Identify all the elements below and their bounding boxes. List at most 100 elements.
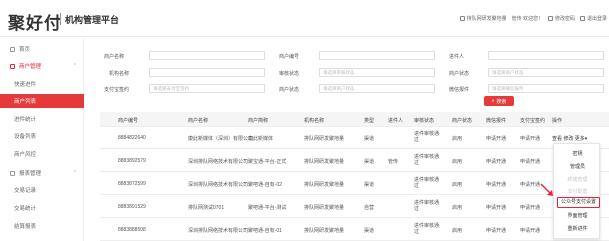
cell-alipay-sign: 申请开通 xyxy=(520,136,541,142)
cell-type: 渠道 xyxy=(364,159,375,165)
menu-item-official-account-pay[interactable]: 公众号支付设置 xyxy=(557,197,600,208)
org-switcher[interactable]: 排队网研发聚地量 xyxy=(459,15,507,22)
sidebar-item-transactions[interactable]: 交易记录 xyxy=(0,183,84,197)
audit-status-label: 审核状态 xyxy=(279,71,300,77)
cell-wechat-report: 申请开通 xyxy=(486,182,507,188)
col-wechat-report: 微信报件 xyxy=(486,118,507,124)
header-actions: 排队网研发聚地量 管传 欢迎您！ 修改密码 退出登录 xyxy=(459,15,607,22)
table-row: 8883891529 排队网测试0701 聚吧通-平台-测试 排队网研发聚地量 自营 进件… xyxy=(100,196,609,218)
cell-merchant-no: 8883892579 xyxy=(118,158,146,164)
menu-item-terminal[interactable]: 终端管理 xyxy=(554,174,601,186)
cell-short-name: 聚宝通-平台-正式 xyxy=(248,159,287,165)
menu-item-secret-key[interactable]: 密钥 xyxy=(554,148,601,160)
org-name-input[interactable] xyxy=(149,68,265,77)
chevron-up-icon: ^ xyxy=(73,170,76,176)
sidebar-item-settlement[interactable]: 结算报表 xyxy=(0,219,84,233)
cell-audit-status: 进件审核通过 xyxy=(414,223,440,235)
wechat-report-select[interactable]: 请选择微信报件 xyxy=(488,84,604,93)
logout-icon xyxy=(579,16,585,22)
change-password-link[interactable]: 修改密码 xyxy=(547,15,575,22)
merchant-status-label: 商户状态 xyxy=(449,71,470,77)
table-row: 8883888508 深圳排队网络技术有限公司 聚吧通-自有-01 排队网研发聚地量 渠… xyxy=(100,219,609,241)
menu-item-ui-mgmt[interactable]: 界面管理 xyxy=(554,210,601,222)
cell-alipay-sign: 申请开通 xyxy=(520,205,541,211)
merchant-name-input[interactable] xyxy=(149,51,265,60)
logout-link[interactable]: 退出登录 xyxy=(579,15,607,22)
sidebar-item-tx-stats[interactable]: 交易统计 xyxy=(0,201,84,215)
cell-merchant-name: 排队网测试0701 xyxy=(188,205,225,211)
cell-org-name: 排队网研发聚地量 xyxy=(304,159,345,165)
cell-merchant-status: 启用 xyxy=(452,228,463,234)
sidebar-item-home[interactable]: 首页 xyxy=(0,42,84,56)
cell-audit-status: 进件审核通过 xyxy=(414,131,440,143)
table-row: 8883872599 深圳排队网络技术有限公司 聚吧通-自有-02 排队网研发聚地量 渠… xyxy=(100,173,609,195)
row-actions[interactable]: 查看 修改 更多▾ xyxy=(552,135,587,142)
wechat-report-label: 微信报件 xyxy=(449,87,470,93)
cell-merchant-name: 深圳排队网络技术有限公司 xyxy=(188,159,249,165)
chevron-up-icon: ^ xyxy=(73,63,76,69)
cell-alipay-sign: 申请开通 xyxy=(520,228,541,234)
cell-merchant-status: 启用 xyxy=(452,182,463,188)
merchant-icon xyxy=(10,63,15,69)
cell-merchant-status: 启用 xyxy=(452,205,463,211)
sidebar-item-quick-onboard[interactable]: 快速进件 xyxy=(0,77,84,91)
annotation-arrow-icon xyxy=(540,183,553,196)
cell-audit-status: 进件审核通过 xyxy=(414,154,440,166)
cell-merchant-status: 启用 xyxy=(452,159,463,165)
sidebar-item-onboard-stats[interactable]: 进件统计 xyxy=(0,112,84,126)
merchant-status2-select[interactable]: 请选择商户状态 xyxy=(319,84,435,93)
merchant-no-input[interactable] xyxy=(319,51,435,60)
col-actions: 操作 xyxy=(552,118,563,124)
cell-org-name: 排队网研发聚地量 xyxy=(304,205,345,211)
col-alipay-sign: 支付宝签约 xyxy=(520,118,546,124)
table-row: 8883892579 深圳排队网络技术有限公司 聚宝通-平台-正式 排队网研发聚地量 渠… xyxy=(100,150,609,172)
merchant-status2-label: 商户状态 xyxy=(279,87,300,93)
col-merchant-status: 商户状态 xyxy=(452,118,473,124)
cell-short-name: 聚吧通-自有-01 xyxy=(248,228,282,234)
merchant-status-select[interactable]: 请选择商户状态 xyxy=(488,68,604,77)
cell-short-name: 聚吧通-自有-02 xyxy=(248,182,282,188)
table-row: 8884822640 康此新媒体（深圳）有限公司 康此新媒体 排队网研发聚地量 渠道 进件… xyxy=(100,127,609,149)
cell-agent: 管传 xyxy=(388,159,399,165)
cell-type: 自营 xyxy=(364,205,375,211)
sidebar-item-report-mgmt[interactable]: 报表管理 ^ xyxy=(0,166,84,180)
col-merchant-no: 商户编号 xyxy=(118,118,139,124)
col-merchant-name: 商户名称 xyxy=(188,118,209,124)
sidebar: 首页 商户管理 ^ 快速进件 商户列表 进件统计 设备列表 商户风控 报表管理 ^ … xyxy=(0,38,84,241)
cell-merchant-status: 启用 xyxy=(452,136,463,142)
merchant-no-label: 商户编号 xyxy=(279,54,300,60)
col-audit-status: 审核状态 xyxy=(414,118,435,124)
bell-icon xyxy=(459,16,465,22)
menu-item-admin[interactable]: 管理员 xyxy=(554,161,601,173)
sidebar-item-device-list[interactable]: 设备列表 xyxy=(0,129,84,143)
search-button[interactable]: ⌕ 搜索 xyxy=(484,96,514,106)
cell-type: 渠道 xyxy=(364,136,375,142)
col-agent: 进件人 xyxy=(388,118,404,124)
audit-status-select[interactable]: 请选择审核状态 xyxy=(319,68,435,77)
sidebar-item-merchant-mgmt[interactable]: 商户管理 ^ xyxy=(0,59,84,73)
welcome-text: 管传 欢迎您！ xyxy=(511,16,543,22)
cell-merchant-no: 8883891529 xyxy=(118,204,146,210)
cell-merchant-no: 8884822640 xyxy=(118,135,146,141)
home-icon xyxy=(10,46,15,52)
cell-merchant-name: 深圳排队网络技术有限公司 xyxy=(188,228,249,234)
cell-audit-status: 进件审核通过 xyxy=(414,200,440,212)
cell-alipay-sign: 申请开通 xyxy=(520,159,541,165)
menu-item-reonboard[interactable]: 重新进件 xyxy=(554,223,601,235)
cell-type: 渠道 xyxy=(364,182,375,188)
merchant-name-label: 商户名称 xyxy=(104,54,125,60)
brand-logo[interactable]: 聚好付 xyxy=(8,9,62,34)
org-name-label: 机构名称 xyxy=(109,71,130,77)
sidebar-item-merchant-list[interactable]: 商户列表 xyxy=(0,94,84,108)
col-short-name: 商户简称 xyxy=(248,118,269,124)
alipay-sign-select[interactable]: 请选择支付宝签约 xyxy=(149,84,265,93)
cell-alipay-sign: 申请开通 xyxy=(520,182,541,188)
agent-input[interactable] xyxy=(488,51,604,60)
agent-label: 进件人 xyxy=(449,54,465,60)
cell-merchant-no: 8883872599 xyxy=(118,181,146,187)
alipay-sign-label: 支付宝签约 xyxy=(104,87,130,93)
cell-short-name: 康此新媒体 xyxy=(248,136,274,142)
sidebar-item-risk-control[interactable]: 商户风控 xyxy=(0,147,84,161)
cell-org-name: 排队网研发聚地量 xyxy=(304,136,345,142)
cell-wechat-report: 申请开通 xyxy=(486,205,507,211)
